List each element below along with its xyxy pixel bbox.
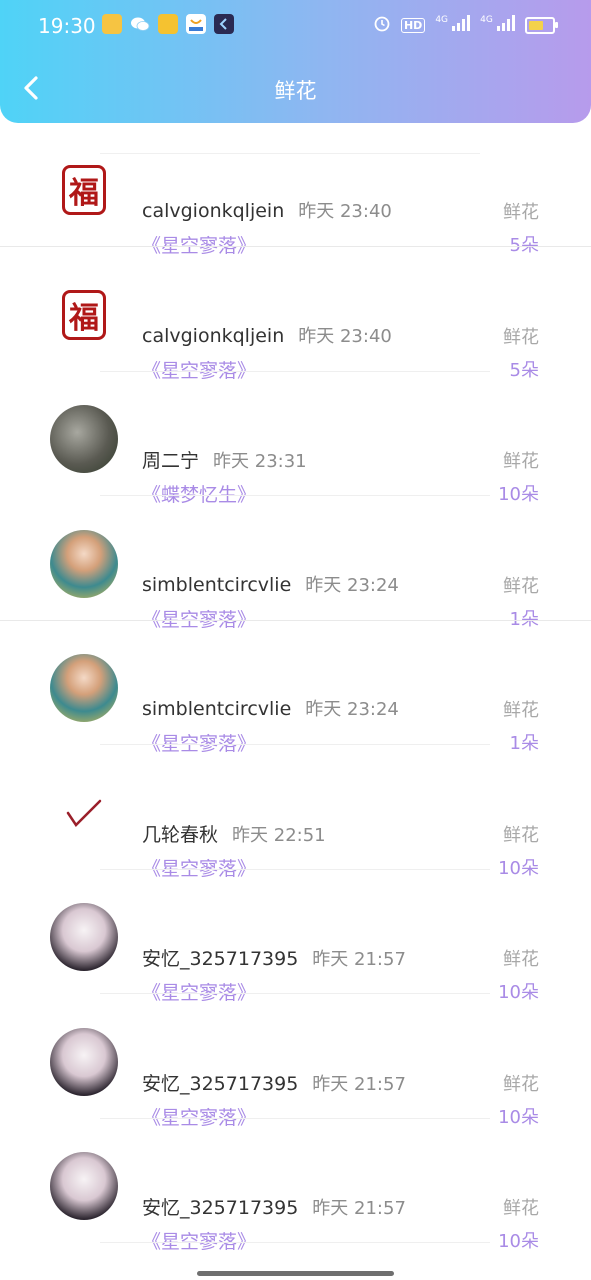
sender-name-text: 安忆_325717395 [142, 1072, 299, 1095]
sent-time: 昨天 21:57 [312, 1073, 406, 1095]
gift-type-label: 鲜花 [503, 326, 539, 348]
notification-app-icons [102, 14, 234, 34]
gift-type-label: 鲜花 [503, 1073, 539, 1095]
system-status-icons: HD 4G 4G [373, 14, 558, 36]
sent-time: 昨天 21:57 [312, 949, 406, 970]
page-title: 鲜花 [274, 79, 317, 103]
sender-name[interactable]: 安忆_325717395 昨天 21:57 [142, 944, 406, 971]
network-label-1: 4G [435, 15, 449, 25]
sender-name-text: calvgionkqljein [142, 324, 285, 347]
record-row[interactable]: 安忆_325717395 昨天 21:57 《星空寥落》 鲜花 10朵 [0, 995, 591, 1129]
sender-name-text: simblentcircvlie [142, 573, 292, 596]
sent-time: 昨天 22:51 [232, 824, 326, 846]
row-divider [100, 1242, 490, 1243]
record-row[interactable]: 福 calvgionkqljein 昨天 23:40 《星空寥落》 鲜花 5朵 [0, 248, 591, 382]
alarm-clock-icon [373, 14, 391, 36]
home-indicator[interactable] [197, 1271, 394, 1276]
gift-count: 10朵 [498, 1231, 539, 1252]
sender-name[interactable]: 几轮春秋 昨天 22:51 [142, 820, 326, 847]
signal-4g-icon-2: 4G [480, 15, 515, 35]
gift-type-label: 鲜花 [503, 824, 539, 846]
status-time: 19:30 [38, 14, 96, 38]
sent-time: 昨天 21:57 [312, 1198, 406, 1219]
record-row[interactable]: simblentcircvlie 昨天 23:24 《星空寥落》 鲜花 1朵 [0, 621, 591, 755]
signal-4g-icon-1: 4G [435, 15, 471, 35]
fu-character-icon: 福 [62, 289, 106, 340]
sender-name-text: 安忆_325717395 [142, 948, 299, 970]
nav-app-icon [214, 14, 234, 34]
checkmark-avatar[interactable] [50, 778, 118, 847]
header-bar: 19:30 HD 4G 4G 鲜花 [0, 0, 591, 123]
gift-type-label: 鲜花 [503, 1198, 539, 1219]
sender-name[interactable]: 安忆_325717395 昨天 21:57 [142, 1193, 406, 1220]
anime-girl-avatar[interactable] [50, 903, 118, 971]
gift-type-label: 鲜花 [503, 451, 539, 472]
sender-name-text: calvgionkqljein [142, 200, 285, 222]
sender-name[interactable]: calvgionkqljein 昨天 23:40 [142, 322, 392, 348]
sent-time: 昨天 23:31 [213, 451, 307, 472]
sender-name-text: simblentcircvlie [142, 698, 292, 720]
sender-name-text: 安忆_325717395 [142, 1197, 299, 1219]
cat-photo-avatar[interactable] [50, 405, 118, 473]
fu-character-icon: 福 [62, 165, 106, 215]
record-row[interactable]: 安忆_325717395 昨天 21:57 《星空寥落》 鲜花 10朵 [0, 870, 591, 1004]
store-app-icon [186, 14, 206, 34]
girl-photo-avatar[interactable] [50, 529, 118, 598]
book-title-link[interactable]: 《星空寥落》 [142, 1227, 256, 1254]
fu-papercut-avatar[interactable]: 福 [50, 156, 118, 224]
fu-papercut-avatar[interactable]: 福 [50, 280, 118, 349]
record-row[interactable]: 周二宁 昨天 23:31 《蝶梦忆生》 鲜花 10朵 [0, 372, 591, 506]
record-row[interactable]: simblentcircvlie 昨天 23:24 《星空寥落》 鲜花 1朵 [0, 497, 591, 631]
sent-time: 昨天 23:24 [305, 574, 399, 596]
sent-time: 昨天 23:24 [305, 699, 399, 720]
battery-icon [525, 16, 558, 34]
gift-type-label: 鲜花 [503, 949, 539, 970]
anime-girl-avatar[interactable] [50, 1027, 118, 1096]
sender-name-text: 几轮春秋 [142, 823, 219, 846]
sender-name[interactable]: calvgionkqljein 昨天 23:40 [142, 197, 392, 223]
anime-girl-avatar[interactable] [50, 1152, 118, 1220]
mail-app-icon [102, 14, 122, 34]
checkmark-icon [66, 799, 102, 827]
battery-level-fill [529, 20, 543, 30]
record-row[interactable]: 安忆_325717395 昨天 21:57 《星空寥落》 鲜花 10朵 [0, 1119, 591, 1253]
sender-name[interactable]: simblentcircvlie 昨天 23:24 [142, 695, 399, 721]
record-row[interactable]: 福 calvgionkqljein 昨天 23:40 《星空寥落》 鲜花 5朵 [0, 123, 591, 257]
sent-time: 昨天 23:40 [298, 201, 392, 222]
signal-bars-1 [452, 15, 471, 31]
status-bar: 19:30 HD 4G 4G [0, 0, 591, 52]
sent-time: 昨天 23:40 [298, 325, 392, 347]
signal-bars-2 [497, 15, 515, 31]
hd-icon: HD [400, 17, 426, 33]
sender-name[interactable]: simblentcircvlie 昨天 23:24 [142, 571, 399, 597]
sender-name[interactable]: 周二宁 昨天 23:31 [142, 446, 307, 473]
record-row[interactable]: 几轮春秋 昨天 22:51 《星空寥落》 鲜花 10朵 [0, 746, 591, 880]
vip-app-icon [158, 14, 178, 34]
gift-type-label: 鲜花 [503, 575, 539, 597]
sender-name-text: 周二宁 [142, 450, 200, 472]
network-label-2: 4G [480, 15, 493, 25]
wechat-app-icon [130, 14, 150, 34]
gift-type-label: 鲜花 [503, 202, 539, 223]
gift-type-label: 鲜花 [503, 700, 539, 721]
sender-name[interactable]: 安忆_325717395 昨天 21:57 [142, 1069, 406, 1096]
girl-photo-avatar[interactable] [50, 654, 118, 722]
